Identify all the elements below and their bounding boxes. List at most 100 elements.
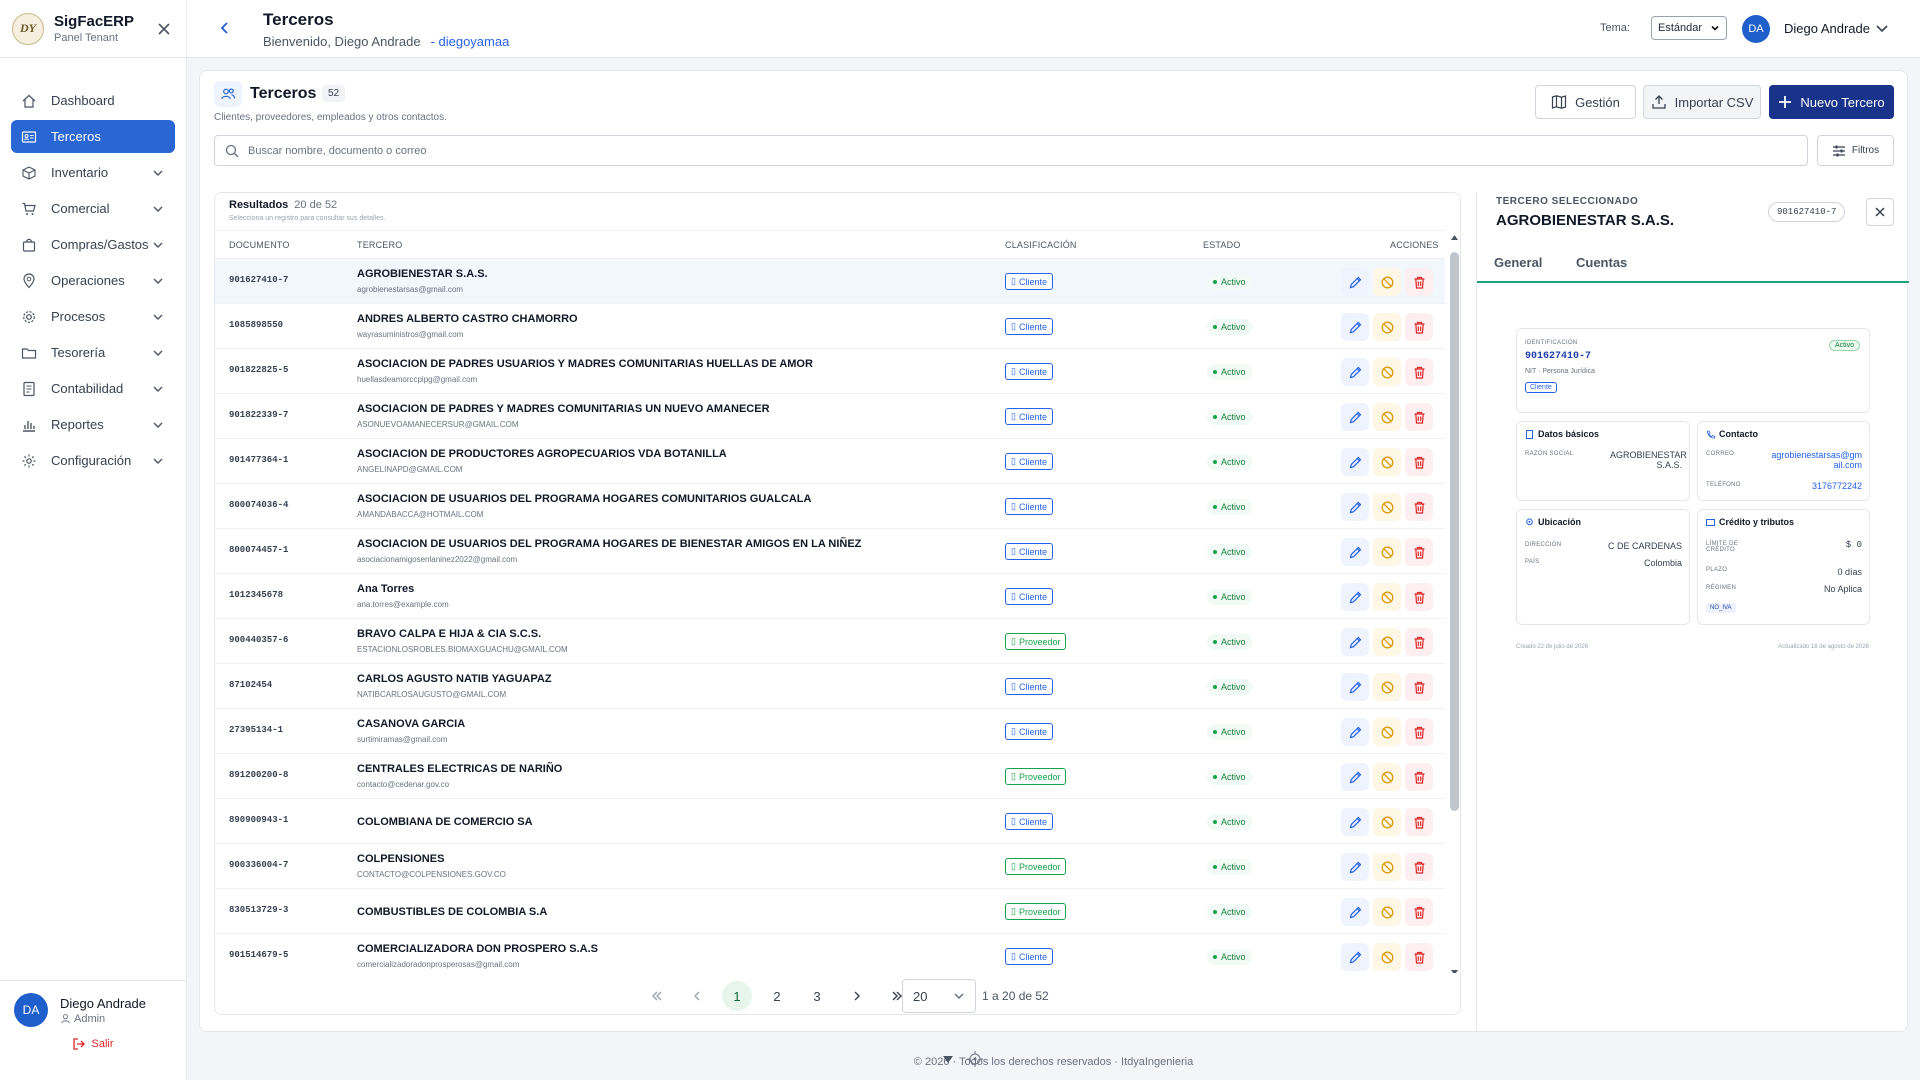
edit-button[interactable] [1341, 853, 1369, 881]
chevron-down-icon[interactable] [151, 202, 165, 216]
sidebar-item-comercial[interactable]: Comercial [11, 192, 175, 225]
deactivate-button[interactable] [1373, 853, 1401, 881]
user-menu-chevron-icon[interactable] [1874, 20, 1890, 36]
chevron-down-icon[interactable] [151, 238, 165, 252]
sidebar-item-operaciones[interactable]: Operaciones [11, 264, 175, 297]
tab-cuentas[interactable]: Cuentas [1576, 255, 1627, 270]
table-row[interactable]: 901822339-7 ASOCIACION DE PADRES Y MADRES… [215, 394, 1445, 439]
col-tercero[interactable]: TERCERO [357, 240, 402, 250]
chevron-down-icon[interactable] [151, 274, 165, 288]
gestion-button[interactable]: Gestión [1535, 85, 1636, 119]
table-row[interactable]: 891200200-8 CENTRALES ELECTRICAS DE NARIÑ… [215, 754, 1445, 799]
deactivate-button[interactable] [1373, 268, 1401, 296]
deactivate-button[interactable] [1373, 673, 1401, 701]
delete-button[interactable] [1405, 583, 1433, 611]
target-icon[interactable] [964, 1048, 986, 1070]
user-avatar[interactable]: DA [1742, 15, 1770, 43]
chevron-down-icon[interactable] [151, 382, 165, 396]
edit-button[interactable] [1341, 313, 1369, 341]
sidebar-item-contabilidad[interactable]: Contabilidad [11, 372, 175, 405]
edit-button[interactable] [1341, 583, 1369, 611]
table-row[interactable]: 1012345678 Ana Torres ana.torres@example.c… [215, 574, 1445, 619]
delete-button[interactable] [1405, 943, 1433, 971]
col-estado[interactable]: ESTADO [1203, 240, 1241, 250]
username-link[interactable]: - diegoyamaa [431, 34, 510, 49]
deactivate-button[interactable] [1373, 943, 1401, 971]
table-row[interactable]: 900336004-7 COLPENSIONES CONTACTO@COLPENSI… [215, 844, 1445, 889]
deactivate-button[interactable] [1373, 763, 1401, 791]
delete-button[interactable] [1405, 763, 1433, 791]
chevron-down-icon[interactable] [151, 346, 165, 360]
deactivate-button[interactable] [1373, 493, 1401, 521]
delete-button[interactable] [1405, 718, 1433, 746]
deactivate-button[interactable] [1373, 313, 1401, 341]
close-detail-button[interactable] [1866, 198, 1894, 226]
deactivate-button[interactable] [1373, 403, 1401, 431]
sidebar-item-procesos[interactable]: Procesos [11, 300, 175, 333]
delete-button[interactable] [1405, 808, 1433, 836]
edit-button[interactable] [1341, 763, 1369, 791]
delete-button[interactable] [1405, 358, 1433, 386]
sidebar-item-terceros[interactable]: Terceros [11, 120, 175, 153]
table-row[interactable]: 890900943-1 COLOMBIANA DE COMERCIO SA ▯ Cli… [215, 799, 1445, 844]
chevron-down-icon[interactable] [151, 454, 165, 468]
chevron-down-icon[interactable] [151, 418, 165, 432]
delete-button[interactable] [1405, 538, 1433, 566]
sidebar-item-inventario[interactable]: Inventario [11, 156, 175, 189]
close-sidebar-icon[interactable] [154, 19, 174, 39]
edit-button[interactable] [1341, 403, 1369, 431]
page-3-button[interactable]: 3 [802, 981, 832, 1011]
deactivate-button[interactable] [1373, 898, 1401, 926]
sidebar-item-dashboard[interactable]: Dashboard [11, 84, 175, 117]
search-input[interactable] [248, 144, 1797, 157]
edit-button[interactable] [1341, 673, 1369, 701]
table-row[interactable]: 901627410-7 AGROBIENESTAR S.A.S. agrobiene… [215, 259, 1445, 304]
filters-button[interactable]: Filtros [1817, 135, 1894, 166]
theme-select[interactable]: Estándar [1651, 16, 1727, 40]
col-clasificacion[interactable]: CLASIFICACIÓN [1005, 240, 1077, 250]
chevron-down-icon[interactable] [151, 310, 165, 324]
page-2-button[interactable]: 2 [762, 981, 792, 1011]
scrollbar-thumb[interactable] [1450, 252, 1459, 811]
edit-button[interactable] [1341, 358, 1369, 386]
edit-button[interactable] [1341, 448, 1369, 476]
delete-button[interactable] [1405, 493, 1433, 521]
first-page-icon[interactable] [642, 981, 672, 1011]
deactivate-button[interactable] [1373, 718, 1401, 746]
table-row[interactable]: 901477364-1 ASOCIACION DE PRODUCTORES AGR… [215, 439, 1445, 484]
delete-button[interactable] [1405, 628, 1433, 656]
table-row[interactable]: 87102454 CARLOS AGUSTO NATIB YAGUAPAZ NATI… [215, 664, 1445, 709]
delete-button[interactable] [1405, 403, 1433, 431]
edit-button[interactable] [1341, 493, 1369, 521]
import-csv-button[interactable]: Importar CSV [1643, 85, 1761, 119]
edit-button[interactable] [1341, 898, 1369, 926]
delete-button[interactable] [1405, 673, 1433, 701]
edit-button[interactable] [1341, 718, 1369, 746]
edit-button[interactable] [1341, 628, 1369, 656]
deactivate-button[interactable] [1373, 358, 1401, 386]
sidebar-item-compras-gastos[interactable]: Compras/Gastos [11, 228, 175, 261]
next-page-icon[interactable] [842, 981, 872, 1011]
dropdown-arrow-icon[interactable] [937, 1048, 959, 1070]
delete-button[interactable] [1405, 448, 1433, 476]
table-row[interactable]: 800074036-4 ASOCIACION DE USUARIOS DEL PR… [215, 484, 1445, 529]
delete-button[interactable] [1405, 898, 1433, 926]
per-page-select[interactable]: 20 [902, 979, 976, 1013]
deactivate-button[interactable] [1373, 808, 1401, 836]
col-documento[interactable]: DOCUMENTO [229, 240, 290, 250]
table-row[interactable]: 27395134-1 CASANOVA GARCIA surtimiramas@gm… [215, 709, 1445, 754]
deactivate-button[interactable] [1373, 628, 1401, 656]
table-row[interactable]: 800074457-1 ASOCIACION DE USUARIOS DEL PR… [215, 529, 1445, 574]
avatar[interactable]: DA [14, 993, 48, 1027]
phone-value[interactable]: 3176772242 [1812, 481, 1862, 491]
edit-button[interactable] [1341, 943, 1369, 971]
edit-button[interactable] [1341, 538, 1369, 566]
edit-button[interactable] [1341, 808, 1369, 836]
sidebar-item-tesorer-a[interactable]: Tesorería [11, 336, 175, 369]
deactivate-button[interactable] [1373, 583, 1401, 611]
deactivate-button[interactable] [1373, 538, 1401, 566]
table-row[interactable]: 901822825-5 ASOCIACION DE PADRES USUARIOS… [215, 349, 1445, 394]
edit-button[interactable] [1341, 268, 1369, 296]
delete-button[interactable] [1405, 313, 1433, 341]
deactivate-button[interactable] [1373, 448, 1401, 476]
